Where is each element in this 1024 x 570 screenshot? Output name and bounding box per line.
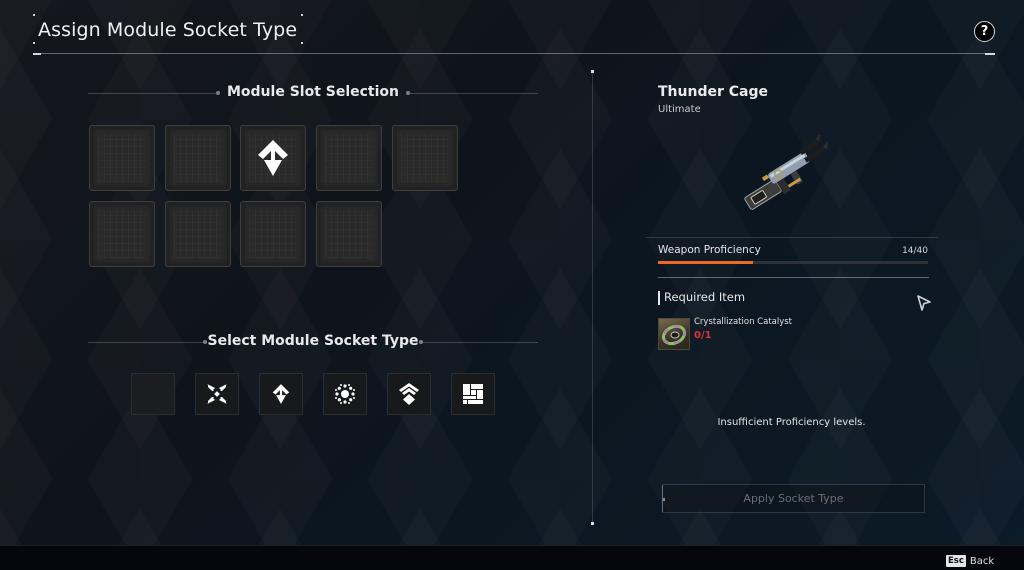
help-button[interactable]: ? xyxy=(974,21,995,42)
required-item-count: 0/1 xyxy=(694,330,712,341)
panel-divider xyxy=(592,70,593,523)
burst-dots-icon xyxy=(335,384,355,404)
mouse-cursor-icon xyxy=(917,295,931,311)
proficiency-value: 14/40 xyxy=(902,246,928,256)
proficiency-bar-fill xyxy=(658,261,753,264)
proficiency-bar xyxy=(658,261,928,264)
question-mark-icon: ? xyxy=(980,24,989,39)
required-item-name: Crystallization Catalyst xyxy=(694,317,793,327)
module-slot-5[interactable] xyxy=(392,125,458,191)
split-arrow-icon xyxy=(258,140,288,176)
module-slot-9[interactable] xyxy=(316,201,382,267)
module-slot-4[interactable] xyxy=(316,125,382,191)
section-divider xyxy=(658,277,929,278)
esc-key-icon: Esc xyxy=(946,555,966,567)
module-slot-2[interactable] xyxy=(165,125,231,191)
converging-arrows-icon xyxy=(207,384,227,404)
required-item-marker xyxy=(658,291,660,305)
module-slot-6[interactable] xyxy=(89,201,155,267)
module-slot-3[interactable] xyxy=(240,125,306,191)
status-message: Insufficient Proficiency levels. xyxy=(717,417,866,428)
button-edge-tick xyxy=(663,498,665,501)
required-item-title: Required Item xyxy=(664,290,746,304)
apply-button-label: Apply Socket Type xyxy=(743,492,844,505)
rifle-icon xyxy=(744,135,829,210)
socket-type-header: Select Module Socket Type xyxy=(88,333,538,353)
slot-selection-title: Module Slot Selection xyxy=(226,84,400,100)
socket-option-ascend[interactable] xyxy=(387,373,431,415)
page-title-container: Assign Module Socket Type xyxy=(33,14,303,44)
header-divider xyxy=(33,53,995,54)
divider-dot xyxy=(591,522,594,525)
divider-dot xyxy=(591,70,594,73)
chevron-diamond-icon xyxy=(399,383,419,405)
back-button[interactable]: Esc Back xyxy=(946,555,994,567)
socket-type-title: Select Module Socket Type xyxy=(207,333,419,349)
module-slot-8[interactable] xyxy=(240,201,306,267)
section-divider xyxy=(645,237,938,238)
page-title: Assign Module Socket Type xyxy=(38,19,298,41)
module-slot-1[interactable] xyxy=(89,125,155,191)
split-arrow-icon xyxy=(272,384,290,404)
socket-option-converge[interactable] xyxy=(195,373,239,415)
crystallization-catalyst-icon[interactable] xyxy=(658,318,690,350)
proficiency-label: Weapon Proficiency xyxy=(658,244,761,256)
footer-bar xyxy=(0,545,1024,570)
socket-option-blocks[interactable] xyxy=(451,373,495,415)
weapon-name: Thunder Cage xyxy=(658,84,768,100)
weapon-rarity: Ultimate xyxy=(658,104,701,115)
slot-selection-header: Module Slot Selection xyxy=(88,84,538,104)
blocks-icon xyxy=(463,384,483,404)
header-divider-tick xyxy=(985,53,995,55)
back-label: Back xyxy=(969,555,995,567)
socket-option-burst[interactable] xyxy=(323,373,367,415)
socket-option-split[interactable] xyxy=(259,373,303,415)
socket-option-none[interactable] xyxy=(131,373,175,415)
module-slot-7[interactable] xyxy=(165,201,231,267)
apply-socket-type-button[interactable]: Apply Socket Type xyxy=(662,484,925,513)
header-divider-tick xyxy=(33,53,41,55)
